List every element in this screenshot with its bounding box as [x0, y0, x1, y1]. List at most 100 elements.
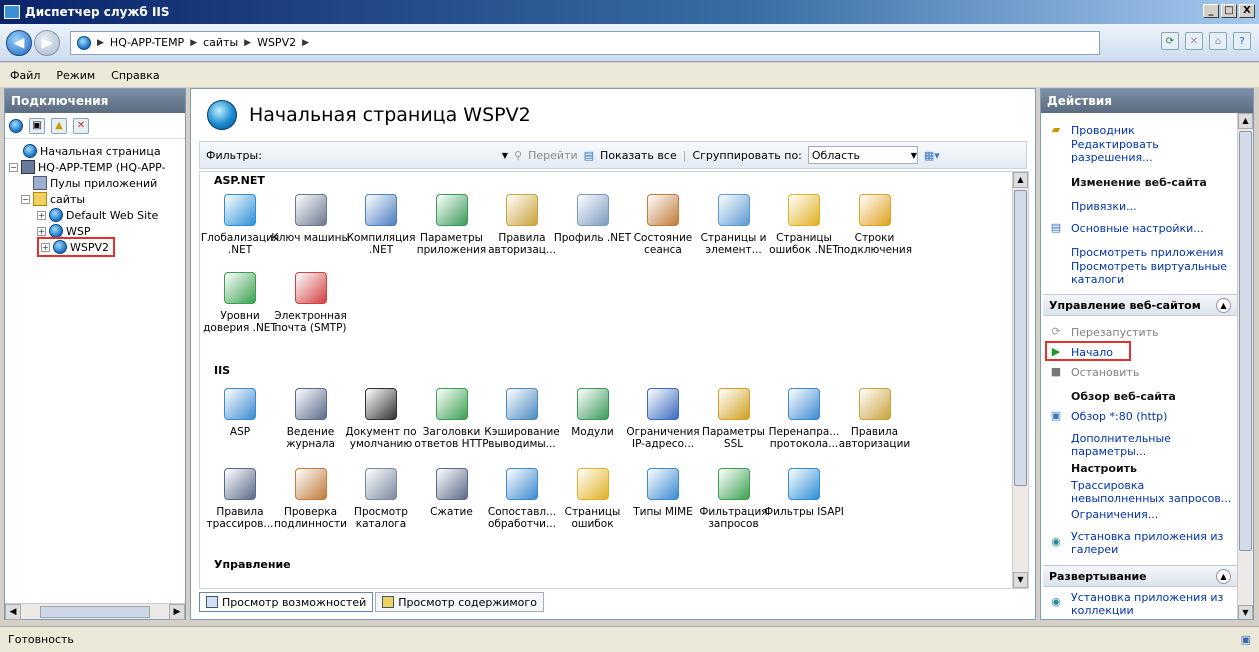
maximize-button[interactable]: □ — [1221, 4, 1237, 18]
breadcrumb[interactable]: ▶ HQ-APP-TEMP ▶ сайты ▶ WSPV2 ▶ — [70, 30, 1100, 55]
scroll-up-icon[interactable]: ▲ — [1238, 113, 1253, 129]
menu-file[interactable]: Файл — [10, 69, 40, 82]
action-install-from-collection[interactable]: Установка приложения из коллекции — [1071, 591, 1237, 617]
feature-trust[interactable]: Уровни доверия .NET — [200, 272, 280, 334]
feature-error-page[interactable]: Страницы ошибок .NET — [764, 194, 844, 256]
feature-compile[interactable]: Компиляция .NET — [341, 194, 421, 256]
minimize-button[interactable]: _ — [1203, 4, 1219, 18]
deploy-section[interactable]: Развертывание ▲ — [1043, 565, 1237, 587]
refresh-icon[interactable]: ⟳ — [1161, 32, 1179, 50]
collapse-icon[interactable]: ▲ — [1216, 569, 1231, 584]
back-button[interactable]: ◀ — [6, 29, 32, 56]
action-basic-settings[interactable]: Основные настройки... — [1071, 222, 1237, 235]
tab-features-view[interactable]: Просмотр возможностей — [199, 592, 374, 612]
scroll-thumb[interactable] — [1014, 190, 1027, 486]
home-icon[interactable]: ⌂ — [1209, 32, 1227, 50]
action-start[interactable]: Начало — [1071, 346, 1237, 359]
feature-db[interactable]: Строки подключения — [835, 194, 915, 256]
action-view-applications[interactable]: Просмотреть приложения — [1071, 246, 1237, 259]
expand-toggle[interactable]: + — [37, 226, 46, 236]
feature-handler[interactable]: Сопоставл... обработчи... — [482, 468, 562, 530]
group-by-select[interactable]: Область ▼ — [807, 146, 918, 164]
expand-toggle[interactable]: + — [37, 210, 46, 220]
scroll-thumb[interactable] — [40, 605, 150, 618]
action-bindings[interactable]: Привязки... — [1071, 200, 1237, 213]
manage-site-section[interactable]: Управление веб-сайтом ▲ — [1043, 294, 1237, 316]
feature-trace[interactable]: Правила трассиров... — [200, 468, 280, 530]
action-failed-request-tracing[interactable]: Трассировка невыполненных запросов... — [1071, 479, 1237, 505]
action-browse-80[interactable]: Обзор *:80 (http) — [1071, 410, 1237, 423]
feature-settings[interactable]: Параметры приложения — [412, 194, 492, 256]
feature-mail[interactable]: Электронная почта (SMTP) — [271, 272, 351, 334]
breadcrumb-server[interactable]: HQ-APP-TEMP — [110, 36, 184, 49]
filter-dropdown-icon[interactable]: ▼ — [502, 151, 508, 160]
tree-node-app-pools[interactable]: Пулы приложений — [7, 175, 183, 191]
action-limits[interactable]: Ограничения... — [1071, 508, 1237, 521]
feature-globe[interactable]: Глобализация .NET — [200, 194, 280, 256]
feature-key[interactable]: Ключ машины — [271, 194, 351, 244]
feature-mime[interactable]: Типы MIME — [623, 468, 703, 518]
vertical-scrollbar[interactable]: ▲ ▼ — [1012, 172, 1028, 588]
scroll-down-icon[interactable]: ▼ — [1238, 605, 1253, 619]
view-mode-icon[interactable]: ▦▾ — [924, 149, 940, 162]
breadcrumb-sites[interactable]: сайты — [203, 36, 238, 49]
scroll-down-icon[interactable]: ▼ — [1013, 572, 1028, 588]
feature-dir[interactable]: Просмотр каталога — [341, 468, 421, 530]
feature-filter[interactable]: Фильтрация запросов — [694, 468, 774, 530]
feature-asp[interactable]: ASP — [200, 388, 280, 438]
help-icon[interactable]: ? — [1233, 32, 1251, 50]
expand-toggle[interactable]: + — [41, 242, 50, 252]
go-button[interactable]: Перейти — [528, 149, 578, 162]
scroll-up-icon[interactable]: ▲ — [1013, 172, 1028, 188]
scroll-right-icon[interactable]: ▶ — [169, 603, 185, 620]
tree-node-sites[interactable]: − сайты — [7, 191, 183, 207]
action-stop[interactable]: Остановить — [1071, 366, 1237, 379]
feature-modules[interactable]: Модули — [553, 388, 633, 438]
collapse-icon[interactable]: ▲ — [1216, 298, 1231, 313]
horizontal-scrollbar[interactable]: ◀ ▶ — [5, 603, 185, 620]
feature-log[interactable]: Ведение журнала — [271, 388, 351, 450]
tree-node-server[interactable]: − HQ-APP-TEMP (HQ-APP- — [7, 159, 183, 175]
filter-input[interactable] — [268, 146, 496, 164]
stop-icon[interactable]: ✕ — [1185, 32, 1203, 50]
forward-button[interactable]: ▶ — [34, 29, 60, 56]
action-edit-permissions[interactable]: Редактировать разрешения... — [1071, 138, 1237, 164]
tree-node-default-web-site[interactable]: + Default Web Site — [7, 207, 183, 223]
vertical-scrollbar[interactable]: ▲ ▼ — [1237, 113, 1253, 619]
action-restart[interactable]: Перезапустить — [1071, 326, 1237, 339]
feature-profile[interactable]: Профиль .NET — [553, 194, 633, 244]
tab-content-view[interactable]: Просмотр содержимого — [375, 592, 544, 612]
scroll-thumb[interactable] — [1239, 131, 1252, 551]
feature-ip[interactable]: Ограничения IP-адресо... — [623, 388, 703, 450]
feature-session[interactable]: Состояние сеанса — [623, 194, 703, 256]
action-explore[interactable]: Проводник — [1071, 124, 1237, 137]
feature-default-doc[interactable]: Документ по умолчанию — [341, 388, 421, 450]
tree-node-start-page[interactable]: Начальная страница — [7, 143, 183, 159]
feature-ssl[interactable]: Параметры SSL — [694, 388, 774, 450]
feature-auth[interactable]: Проверка подлинности — [271, 468, 351, 530]
action-view-virtual-dirs[interactable]: Просмотреть виртуальные каталоги — [1071, 260, 1237, 286]
close-button[interactable]: X — [1239, 4, 1255, 18]
menu-view[interactable]: Режим — [56, 69, 95, 82]
scroll-left-icon[interactable]: ◀ — [5, 603, 21, 620]
feature-error-page[interactable]: Страницы ошибок — [553, 468, 633, 530]
tree-node-wspv2[interactable]: + WSPV2 — [7, 237, 183, 257]
show-all-button[interactable]: Показать все — [600, 149, 677, 162]
action-advanced-settings[interactable]: Дополнительные параметры... — [1071, 432, 1237, 458]
save-icon[interactable]: ▣ — [29, 117, 45, 134]
action-install-from-gallery[interactable]: Установка приложения из галереи — [1071, 530, 1237, 556]
feature-compress[interactable]: Сжатие — [412, 468, 492, 518]
feature-cache[interactable]: Кэширование выводимы... — [482, 388, 562, 450]
feature-headers[interactable]: Заголовки ответов HTTP — [412, 388, 492, 450]
feature-auth-rules[interactable]: Правила авторизации — [835, 388, 915, 450]
feature-redirect[interactable]: Перенапра... протокола... — [764, 388, 844, 450]
connect-icon[interactable] — [9, 118, 23, 133]
menu-help[interactable]: Справка — [111, 69, 159, 82]
up-folder-icon[interactable]: ▲ — [51, 117, 67, 134]
feature-lock-doc[interactable]: Правила авторизац... — [482, 194, 562, 256]
feature-isapi[interactable]: Фильтры ISAPI — [764, 468, 844, 518]
breadcrumb-site[interactable]: WSPV2 — [257, 36, 296, 49]
feature-pages[interactable]: Страницы и элемент... — [694, 194, 774, 256]
collapse-toggle[interactable]: − — [9, 162, 18, 172]
disconnect-icon[interactable]: ✕ — [73, 117, 89, 134]
